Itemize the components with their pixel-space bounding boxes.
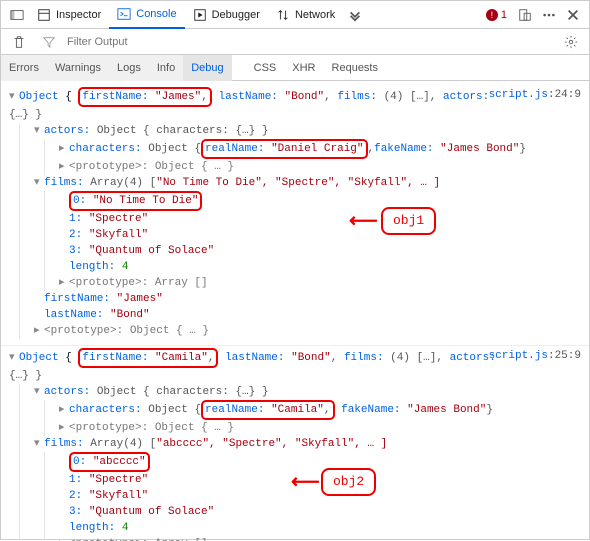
twisty-icon[interactable]	[34, 384, 44, 400]
highlight-film0: 0: "No Time To Die"	[69, 191, 202, 211]
tab-network[interactable]: Network	[268, 1, 343, 29]
error-count-badge[interactable]: ! 1	[486, 9, 507, 21]
filter-debug[interactable]: Debug	[183, 55, 231, 81]
prototype-row: <prototype>: Object { … }	[69, 159, 234, 175]
twisty-icon[interactable]	[34, 175, 44, 191]
object-head-tail: {…} }	[9, 368, 581, 384]
highlight-realname: realName: "Daniel Craig"	[201, 139, 367, 159]
object-body: actors: Object { characters: {…} } chara…	[19, 123, 581, 339]
source-link[interactable]: script.js:25:9	[489, 348, 581, 364]
twisty-icon[interactable]	[9, 89, 19, 105]
prototype-row: <prototype>: Object { … }	[44, 323, 209, 339]
filter-warnings[interactable]: Warnings	[47, 55, 109, 81]
dock-icon[interactable]	[5, 3, 29, 27]
highlight-realname: realName: "Camila",	[201, 400, 334, 420]
annotation-arrow: ⟵	[349, 213, 378, 233]
prototype-row: <prototype>: Array []	[69, 275, 208, 291]
highlight-film0: 0: "abcccc"	[69, 452, 150, 472]
twisty-icon[interactable]	[59, 420, 69, 436]
tab-label: Console	[136, 8, 176, 20]
filter-errors[interactable]: Errors	[1, 55, 47, 81]
tab-debugger[interactable]: Debugger	[185, 1, 268, 29]
highlight-firstname: firstName: "Camila",	[78, 348, 218, 368]
log-message: script.js:24:9 Object { firstName: "Jame…	[1, 85, 589, 346]
tab-label: Network	[295, 9, 335, 21]
console-toolbar	[1, 29, 589, 55]
filter-css[interactable]: CSS	[246, 55, 285, 81]
filter-output-input[interactable]	[67, 36, 553, 48]
filter-logs[interactable]: Logs	[109, 55, 149, 81]
tab-label: Debugger	[212, 9, 260, 21]
twisty-icon[interactable]	[34, 323, 44, 339]
annotation-label-obj2: obj2	[321, 468, 376, 496]
devtools-tabbar: Inspector Console Debugger Network ! 1	[1, 1, 589, 29]
type-label: Object	[19, 350, 59, 366]
highlight-firstname: firstName: "James",	[78, 87, 211, 107]
twisty-icon[interactable]	[34, 123, 44, 139]
tab-console[interactable]: Console	[109, 1, 184, 29]
twisty-icon[interactable]	[9, 350, 19, 366]
type-label: Object	[19, 89, 59, 105]
annotation-arrow: ⟵	[291, 474, 320, 494]
annotation-label-obj1: obj1	[381, 207, 436, 235]
responsive-icon[interactable]	[513, 3, 537, 27]
tab-inspector[interactable]: Inspector	[29, 1, 109, 29]
twisty-icon[interactable]	[59, 141, 69, 157]
object-head-tail: {…} }	[9, 107, 581, 123]
error-dot-icon: !	[486, 9, 498, 21]
trash-icon[interactable]	[7, 30, 31, 54]
settings-gear-icon[interactable]	[559, 30, 583, 54]
overflow-icon[interactable]	[343, 3, 367, 27]
twisty-icon[interactable]	[59, 536, 69, 541]
twisty-icon[interactable]	[59, 402, 69, 418]
console-filterbar: Errors Warnings Logs Info Debug CSS XHR …	[1, 55, 589, 81]
twisty-icon[interactable]	[59, 275, 69, 291]
tab-label: Inspector	[56, 9, 101, 21]
filter-xhr[interactable]: XHR	[284, 55, 323, 81]
error-count: 1	[501, 9, 507, 21]
close-icon[interactable]	[561, 3, 585, 27]
funnel-icon	[37, 30, 61, 54]
prototype-row: <prototype>: Array []	[69, 536, 208, 541]
source-link[interactable]: script.js:24:9	[489, 87, 581, 103]
twisty-icon[interactable]	[34, 436, 44, 452]
prototype-row: <prototype>: Object { … }	[69, 420, 234, 436]
console-output: script.js:24:9 Object { firstName: "Jame…	[1, 81, 589, 541]
log-message: script.js:25:9 Object { firstName: "Cami…	[1, 346, 589, 541]
more-icon[interactable]	[537, 3, 561, 27]
object-body: actors: Object { characters: {…} } chara…	[19, 384, 581, 541]
filter-info[interactable]: Info	[149, 55, 183, 81]
filter-requests[interactable]: Requests	[324, 55, 386, 81]
twisty-icon[interactable]	[59, 159, 69, 175]
